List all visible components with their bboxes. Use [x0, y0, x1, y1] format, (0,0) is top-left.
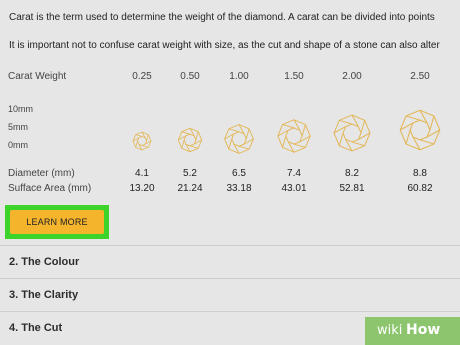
- surface-area-value: 52.81: [339, 183, 365, 194]
- carat-header: 1.50: [284, 71, 304, 82]
- diameter-value: 8.2: [345, 168, 359, 179]
- wikihow-watermark: wiki How: [365, 317, 460, 345]
- section-title: 3. The Clarity: [9, 289, 79, 301]
- section-the-colour[interactable]: 2. The Colour: [0, 245, 460, 279]
- intro-text-carat: Carat is the term used to determine the …: [9, 12, 435, 23]
- diameter-value: 7.4: [287, 168, 301, 179]
- surface-area-value: 43.01: [281, 183, 307, 194]
- surface-area-value: 60.82: [407, 183, 433, 194]
- diamond-2-00ct-icon: [332, 113, 372, 153]
- diamond-guide-page: Carat is the term used to determine the …: [0, 0, 460, 345]
- carat-weight-label: Carat Weight: [8, 71, 67, 82]
- scale-label-10mm: 10mm: [8, 104, 34, 114]
- section-title: 2. The Colour: [9, 256, 80, 268]
- surface-area-label: Sufface Area (mm): [8, 183, 92, 194]
- watermark-how: How: [406, 322, 441, 338]
- scale-label-5mm: 5mm: [8, 122, 28, 132]
- section-title: 4. The Cut: [9, 322, 63, 334]
- surface-area-value: 33.18: [226, 183, 252, 194]
- scale-label-0mm: 0mm: [8, 140, 28, 150]
- carat-header: 2.50: [410, 71, 430, 82]
- diameter-label: Diameter (mm): [8, 168, 75, 179]
- diameter-value: 6.5: [232, 168, 246, 179]
- diamond-1-00ct-icon: [223, 123, 255, 155]
- diamond-2-50ct-icon: [398, 108, 442, 152]
- diamond-0-50ct-icon: [177, 127, 203, 153]
- intro-text-size: It is important not to confuse carat wei…: [9, 40, 440, 51]
- diameter-value: 8.8: [413, 168, 427, 179]
- watermark-wiki: wiki: [377, 323, 403, 338]
- diamond-0-25ct-icon: [132, 131, 152, 151]
- carat-header: 2.00: [342, 71, 362, 82]
- learn-more-button[interactable]: LEARN MORE: [10, 210, 104, 234]
- carat-header: 1.00: [229, 71, 249, 82]
- diamond-1-50ct-icon: [276, 118, 312, 154]
- section-the-clarity[interactable]: 3. The Clarity: [0, 278, 460, 312]
